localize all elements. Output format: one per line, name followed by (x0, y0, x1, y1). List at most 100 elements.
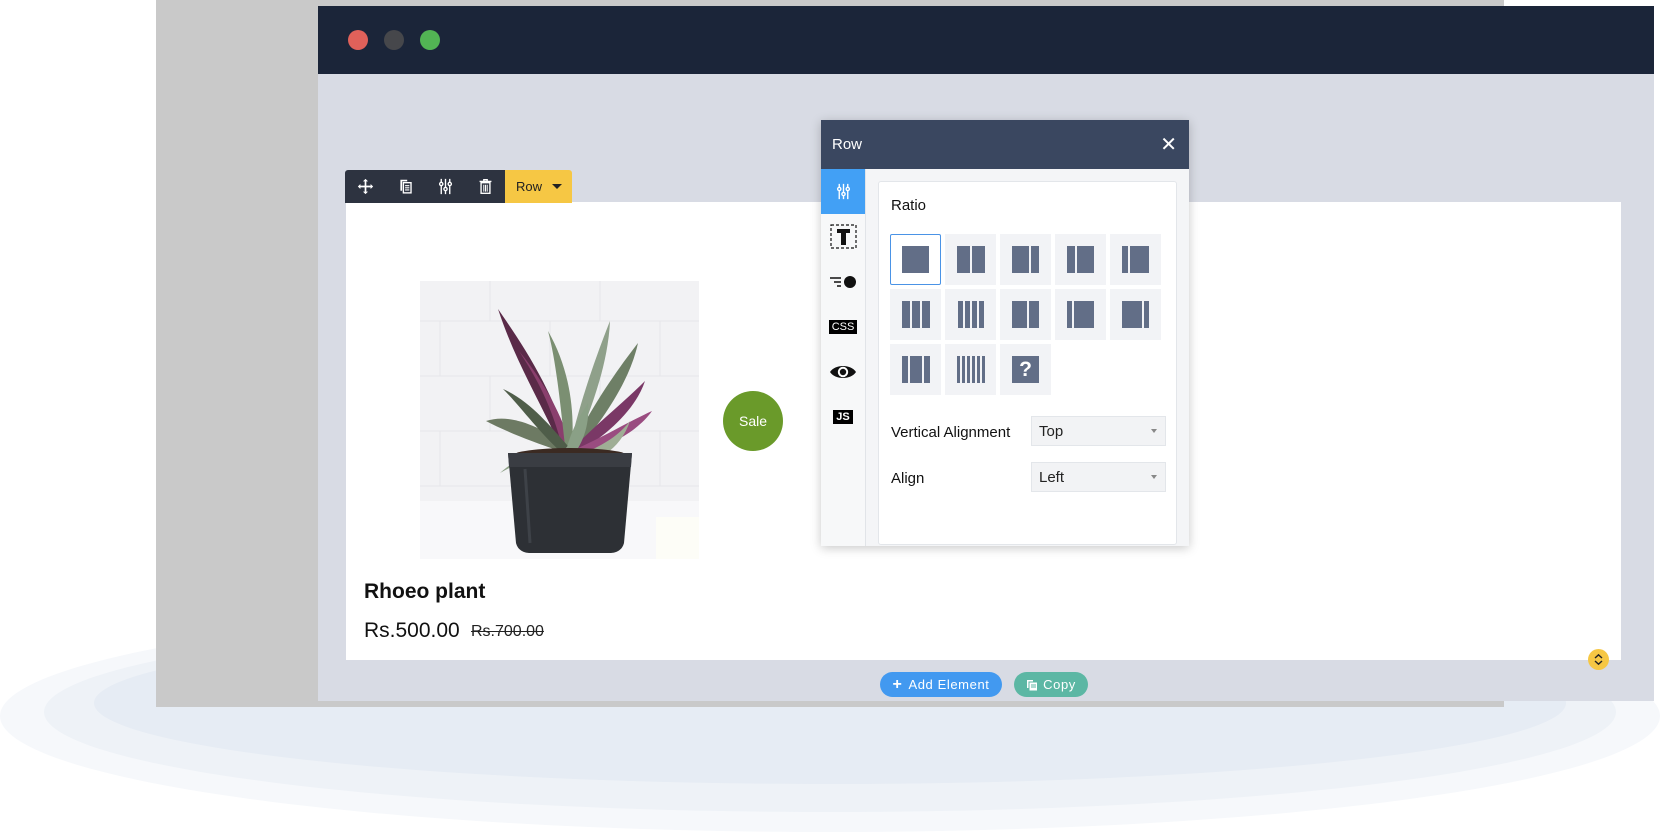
browser-frame: Row Sale Rhoeo plant Rs.500.00 Rs.700.00… (156, 0, 1654, 707)
product-image[interactable] (420, 281, 699, 559)
column-block (1012, 301, 1027, 328)
ratio-settings-card: Ratio ? Vertical Alignment Top Align Lef… (878, 181, 1177, 545)
column-layout-icon (1122, 301, 1149, 328)
move-icon (357, 178, 373, 195)
column-block (921, 301, 930, 328)
css-icon: CSS (828, 319, 858, 334)
row-settings-panel: Row ✕ CSS JS Ratio ? Vertical Alignment … (821, 120, 1189, 546)
column-block (901, 301, 910, 328)
ratio-option[interactable] (1055, 234, 1106, 285)
row-selector-label: Row (516, 179, 543, 194)
vertical-alignment-label: Vertical Alignment (891, 424, 1011, 441)
js-icon: JS (833, 409, 853, 424)
copy-button[interactable]: Copy (1014, 672, 1088, 697)
column-block (909, 356, 922, 383)
column-layout-icon (957, 301, 984, 328)
window-maximize-button[interactable] (420, 30, 440, 50)
tab-css[interactable]: CSS (821, 304, 865, 349)
ratio-option[interactable] (890, 344, 941, 395)
column-block (1130, 246, 1149, 273)
column-block (971, 356, 975, 383)
tab-visibility[interactable] (821, 349, 865, 394)
chevron-down-icon (1151, 475, 1157, 479)
column-block (1077, 246, 1094, 273)
tab-typography[interactable] (821, 214, 865, 259)
ratio-option[interactable] (1110, 234, 1161, 285)
sale-badge: Sale (723, 391, 783, 451)
column-block (956, 246, 970, 273)
tab-settings[interactable] (821, 169, 865, 214)
column-layout-icon (1012, 301, 1039, 328)
row-toolbar: Row (345, 170, 573, 203)
ratio-option[interactable] (1055, 289, 1106, 340)
align-label: Align (891, 470, 925, 487)
ratio-option[interactable] (890, 234, 941, 285)
column-layout-icon (956, 246, 985, 273)
window-minimize-button[interactable] (384, 30, 404, 50)
vertical-alignment-select[interactable]: Top (1031, 416, 1166, 446)
ratio-option[interactable] (890, 289, 941, 340)
ratio-label: Ratio (891, 197, 927, 214)
add-element-label: Add Element (908, 677, 990, 692)
column-block (1122, 246, 1128, 273)
column-layout-icon (1067, 301, 1094, 328)
column-block (976, 356, 980, 383)
column-block (964, 301, 970, 328)
tab-animation[interactable] (821, 259, 865, 304)
tab-js[interactable]: JS (821, 394, 865, 439)
column-block (1012, 246, 1029, 273)
caret-down-icon (552, 184, 563, 189)
row-selector-dropdown[interactable]: Row (505, 170, 573, 203)
column-block (923, 356, 930, 383)
column-layout-icon (1012, 246, 1039, 273)
window-close-button[interactable] (348, 30, 368, 50)
settings-sliders-icon (836, 183, 850, 200)
row-resize-handle[interactable] (1588, 649, 1609, 670)
panel-title: Row (832, 136, 863, 153)
eye-icon (830, 365, 856, 378)
column-block (1029, 301, 1039, 328)
column-block (956, 356, 960, 383)
panel-body: CSS JS Ratio ? Vertical Alignment Top Al… (821, 169, 1189, 546)
duplicate-icon (399, 179, 412, 194)
copy-label: Copy (1043, 677, 1076, 692)
column-block (902, 246, 929, 273)
ratio-option[interactable] (945, 344, 996, 395)
move-button[interactable] (345, 170, 385, 203)
delete-button[interactable] (465, 170, 505, 203)
close-icon[interactable]: ✕ (1160, 135, 1177, 155)
ratio-option[interactable]: ? (1000, 344, 1051, 395)
ratio-option[interactable] (945, 289, 996, 340)
column-block (966, 356, 970, 383)
column-block (1067, 246, 1075, 273)
custom-ratio-icon: ? (1012, 356, 1039, 383)
column-block (901, 356, 908, 383)
product-old-price: Rs.700.00 (471, 623, 544, 640)
plant-illustration (420, 281, 699, 559)
column-block (971, 301, 977, 328)
column-block (978, 301, 984, 328)
column-layout-icon (1067, 246, 1094, 273)
product-name[interactable]: Rhoeo plant (364, 580, 485, 604)
copy-icon (1027, 679, 1038, 690)
ratio-option[interactable] (945, 234, 996, 285)
ratio-option[interactable] (1000, 289, 1051, 340)
panel-sidebar: CSS JS (821, 169, 866, 546)
panel-header[interactable]: Row ✕ (821, 120, 1189, 169)
column-block (971, 246, 985, 273)
column-layout-icon (1122, 246, 1149, 273)
stage: Row Sale Rhoeo plant Rs.500.00 Rs.700.00… (0, 0, 1660, 832)
column-block (1074, 301, 1094, 328)
add-element-button[interactable]: + Add Element (880, 672, 1002, 697)
window-titlebar (318, 6, 1654, 74)
duplicate-button[interactable] (385, 170, 425, 203)
trash-icon (479, 179, 491, 194)
column-layout-icon (901, 356, 930, 383)
ratio-option[interactable] (1000, 234, 1051, 285)
column-block (981, 356, 985, 383)
row-settings-button[interactable] (425, 170, 465, 203)
product-price: Rs.500.00 (364, 619, 460, 642)
ratio-option[interactable] (1110, 289, 1161, 340)
align-select[interactable]: Left (1031, 462, 1166, 492)
column-block (1067, 301, 1072, 328)
